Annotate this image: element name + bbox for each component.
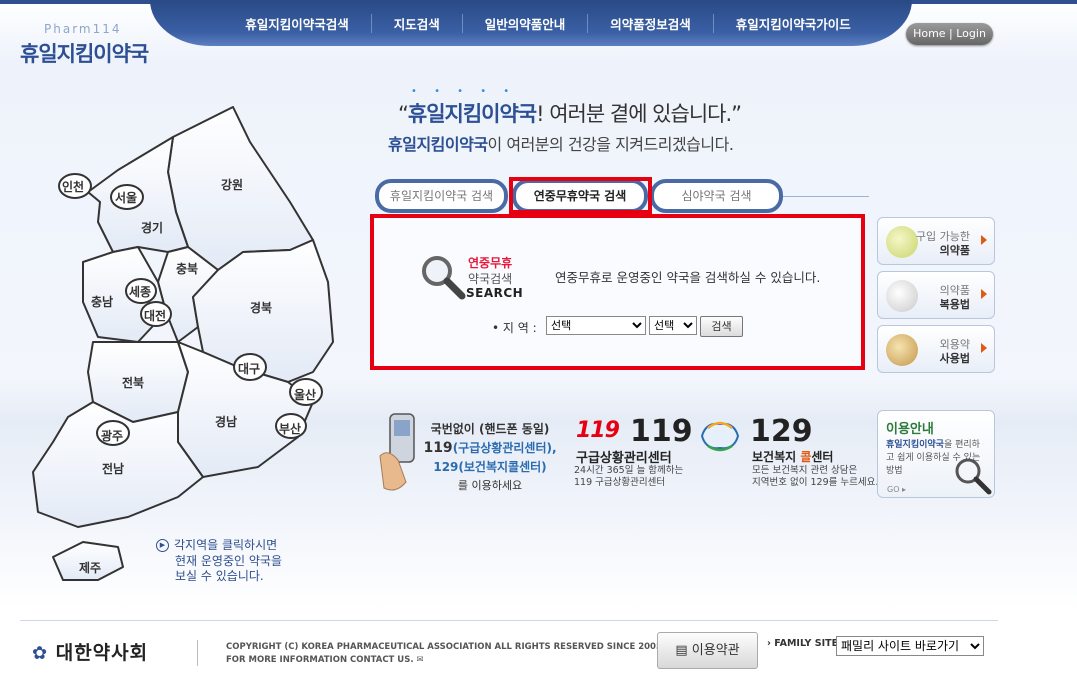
welfare-center-title: 보건복지 콜센터 [752, 450, 834, 464]
search-button[interactable]: 검색 [700, 316, 743, 337]
family-site-label: › FAMILY SITE [767, 638, 839, 649]
region-seoul[interactable]: 서울 [115, 189, 137, 206]
mail-icon[interactable]: ✉ [417, 655, 424, 665]
family-site-select[interactable]: 패밀리 사이트 바로가기 [836, 636, 984, 656]
tab-divider [783, 196, 869, 197]
district-select[interactable]: 선택 [649, 316, 697, 335]
logo-129-icon [700, 421, 740, 452]
kpa-emblem-icon: ✿ [32, 643, 49, 664]
map-note: ▶ 각지역을 클릭하시면 현재 운영중인 약국을 보실 수 있습니다. [156, 538, 282, 585]
region-sejong[interactable]: 세종 [129, 283, 151, 300]
headline: “휴일지킴이약국! 여러분 곁에 있습니다.” [398, 102, 742, 126]
nav-holiday-pharmacy-search[interactable]: 휴일지킴이약국검색 [223, 13, 372, 33]
arrow-right-icon [981, 343, 987, 353]
magnifier-icon [422, 256, 466, 300]
guide-go-link[interactable]: GO ▸ [887, 485, 906, 494]
emergency-center-desc: 24시간 365일 늘 함께하는 119 구급상황관리센터 [574, 465, 684, 488]
play-icon: ▶ [156, 539, 169, 552]
region-ulsan[interactable]: 울산 [294, 386, 316, 403]
subheadline: 휴일지킴이약국이 여러분의 건강을 지켜드리겠습니다. [388, 135, 734, 154]
region-jeonbuk[interactable]: 전북 [122, 374, 144, 391]
search-description: 연중무휴로 운영중인 약국을 검색하실 수 있습니다. [555, 270, 821, 285]
dosage-guide-link[interactable]: 의약품 복용법 [877, 271, 995, 319]
region-incheon[interactable]: 인천 [62, 178, 84, 195]
region-select[interactable]: 선택 [546, 316, 646, 335]
kpa-logo: ✿ 대한약사회 [32, 642, 149, 664]
emergency-center-title: 구급상황관리센터 [576, 451, 672, 466]
region-jeju[interactable]: 제주 [79, 559, 101, 576]
footer-divider [20, 620, 998, 621]
search-title-line3: SEARCH [466, 286, 524, 300]
region-gyeongbuk[interactable]: 경북 [250, 299, 272, 316]
number-119: 119 [630, 414, 693, 449]
tab-highlight [509, 177, 652, 214]
usage-guide-box[interactable]: 이용안내 휴일지킴이약국을 편리하고 쉽게 이용하실 수 있는 방법 GO ▸ [877, 410, 995, 498]
region-gwangju[interactable]: 광주 [101, 427, 123, 444]
korea-map: 인천 서울 경기 강원 충북 충남 세종 대전 경북 대구 전북 경남 울산 부… [28, 102, 348, 602]
region-chungnam[interactable]: 충남 [91, 293, 113, 310]
external-medicine-link[interactable]: 외용약 사용법 [877, 325, 995, 373]
footer-separator [197, 640, 198, 666]
arrow-right-icon [981, 289, 987, 299]
arrow-right-icon [981, 235, 987, 245]
nav-otc-info[interactable]: 일반의약품안내 [463, 13, 589, 33]
region-gyeongnam[interactable]: 경남 [215, 413, 237, 430]
phone-icon [379, 413, 415, 491]
guide-title: 이용안내 [886, 422, 934, 437]
site-logo[interactable]: 휴일지킴이약국 [20, 38, 149, 68]
region-gangwon[interactable]: 강원 [221, 176, 243, 193]
top-nav: 휴일지킴이약국검색 지도검색 일반의약품안내 의약품정보검색 휴일지킴이약국가이… [150, 0, 912, 46]
headline-dots: • • • • • [411, 86, 517, 97]
search-title-line2: 약국검색 [468, 272, 513, 286]
magnifier-icon [955, 458, 992, 495]
nav-map-search[interactable]: 지도검색 [372, 13, 463, 33]
mortar-icon [886, 280, 918, 312]
nav-drug-info-search[interactable]: 의약품정보검색 [588, 13, 714, 33]
region-chungbuk[interactable]: 충북 [176, 260, 198, 277]
pill-icon [886, 226, 918, 258]
ointment-icon [886, 334, 918, 366]
search-title-line1: 연중무휴 [468, 256, 513, 270]
welfare-center-desc: 모든 보건복지 관련 상담은 지역번호 없이 129를 누르세요. [752, 465, 879, 488]
copyright: COPYRIGHT (C) KOREA PHARMACEUTICAL ASSOC… [226, 642, 662, 665]
region-daejeon[interactable]: 대전 [144, 307, 166, 324]
logo-119: 119 [576, 418, 620, 443]
purchasable-drugs-link[interactable]: 구입 가능한 의약품 [877, 217, 995, 265]
logo-en[interactable]: Pharm114 [44, 22, 122, 36]
nav-guide[interactable]: 휴일지킴이약국가이드 [714, 14, 873, 33]
region-daegu[interactable]: 대구 [238, 360, 260, 377]
region-gyeonggi[interactable]: 경기 [141, 219, 163, 236]
region-busan[interactable]: 부산 [279, 420, 301, 437]
tab-holiday-pharmacy-search[interactable]: 휴일지킴이약국 검색 [375, 179, 508, 213]
hotline-info: 국번없이 (핸드폰 동일) 119(구급상황관리센터), 129(보건복지콜센터… [423, 422, 557, 492]
terms-button[interactable]: ▤ 이용약관 [657, 632, 758, 669]
tab-night-pharmacy-search[interactable]: 심야약국 검색 [650, 179, 783, 213]
home-login-button[interactable]: Home | Login [906, 23, 993, 45]
korea-map-shape [32, 106, 334, 581]
number-129: 129 [750, 414, 813, 449]
region-jeonnam[interactable]: 전남 [102, 460, 124, 477]
document-icon: ▤ [675, 643, 688, 658]
region-label: • 지 역 : [492, 321, 537, 335]
